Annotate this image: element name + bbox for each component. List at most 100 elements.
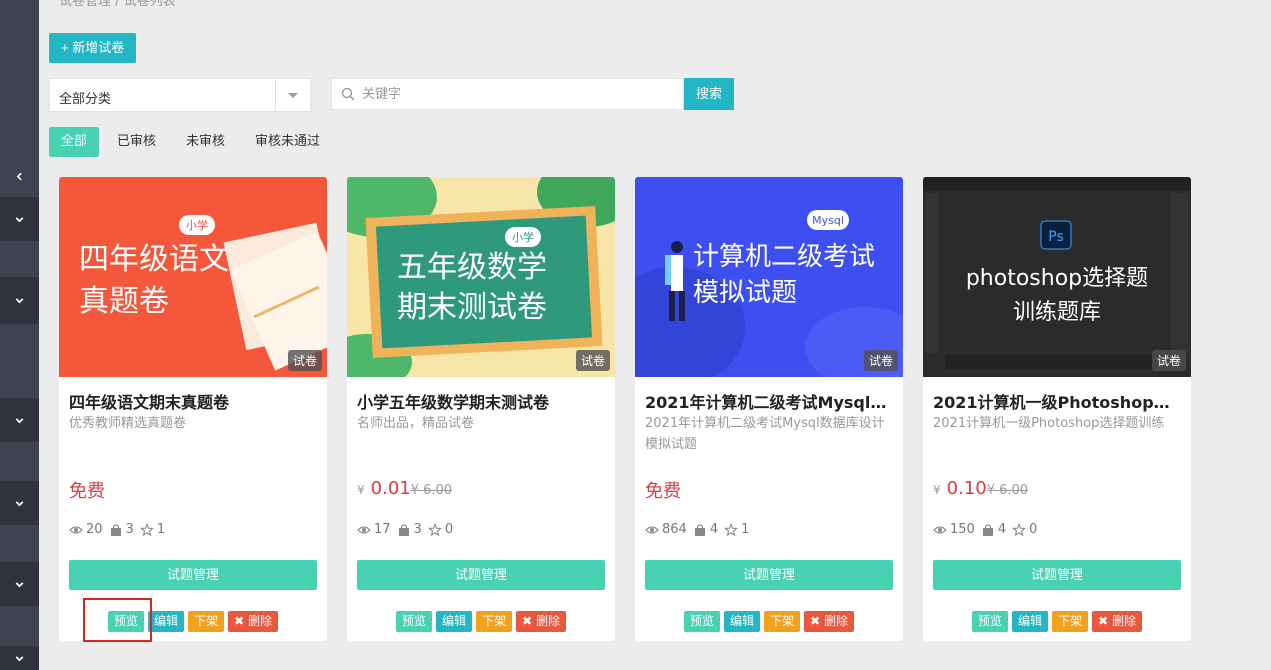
favorites-count: 1	[157, 522, 165, 537]
card-actions: 预览 编辑 下架 ✖ 删除	[635, 611, 903, 632]
cover-line-1: 四年级语文	[79, 242, 229, 277]
sales-count: 4	[710, 522, 718, 537]
card-actions: 预览 编辑 下架 ✖ 删除	[923, 611, 1191, 632]
card-stats: 150 4 0	[933, 522, 1043, 537]
type-badge: 试卷	[864, 350, 898, 371]
cover-line-2: 模拟试题	[693, 278, 797, 308]
star-icon	[1012, 523, 1026, 537]
status-tabs: 全部 已审核 未审核 审核未通过	[49, 127, 338, 157]
chevron-down-icon	[14, 653, 25, 664]
chevron-down-icon	[14, 415, 25, 426]
cover-line-2: 训练题库	[1013, 300, 1101, 325]
star-icon	[140, 523, 154, 537]
edit-button[interactable]: 编辑	[148, 611, 184, 632]
tab-pending[interactable]: 未审核	[174, 127, 237, 157]
offline-button[interactable]: 下架	[764, 611, 800, 632]
sidebar	[0, 0, 39, 666]
cover-tag: Ps	[1048, 229, 1064, 245]
manage-questions-button[interactable]: 试题管理	[645, 560, 893, 590]
eye-icon	[69, 523, 83, 537]
card-stats: 20 3 1	[69, 522, 171, 537]
type-badge: 试卷	[288, 350, 322, 371]
sidebar-menu-6[interactable]	[0, 646, 39, 670]
cover-image[interactable]: 小学 五年级数学 期末测试卷 试卷	[347, 177, 615, 377]
original-price: ¥ 6.00	[411, 483, 452, 498]
search-input[interactable]	[362, 79, 672, 109]
edit-button[interactable]: 编辑	[1012, 611, 1048, 632]
tab-all[interactable]: 全部	[49, 127, 99, 157]
price-free: 免费	[69, 477, 105, 503]
cover-image[interactable]: Ps photoshop选择题 训练题库 试卷	[923, 177, 1191, 377]
offline-button[interactable]: 下架	[188, 611, 224, 632]
sidebar-menu-1[interactable]	[0, 197, 39, 241]
manage-questions-button[interactable]: 试题管理	[69, 560, 317, 590]
preview-button[interactable]: 预览	[396, 611, 432, 632]
cover-line-2: 期末测试卷	[397, 290, 547, 325]
chevron-left-icon	[14, 171, 25, 182]
delete-button[interactable]: ✖ 删除	[804, 611, 854, 632]
preview-button[interactable]: 预览	[684, 611, 720, 632]
price-value: 0.01	[371, 478, 411, 499]
price-free: 免费	[645, 477, 681, 503]
cover-art: Ps photoshop选择题 训练题库	[923, 177, 1191, 377]
add-exam-button[interactable]: + 新增试卷	[49, 33, 136, 63]
cover-tag: 小学	[186, 218, 208, 232]
caret-down-icon[interactable]	[288, 93, 298, 98]
shopping-bag-icon	[397, 523, 411, 537]
sidebar-menu-4[interactable]	[0, 481, 39, 525]
cover-art: Mysql 计算机二级考试 模拟试题	[635, 177, 903, 377]
exam-card: 小学 四年级语文 真题卷 试卷 四年级语文期末真题卷 优秀教师精选真题卷 免费 …	[59, 177, 327, 641]
category-select[interactable]: 全部分类	[49, 78, 311, 112]
sidebar-menu-5[interactable]	[0, 562, 39, 606]
shopping-bag-icon	[109, 523, 123, 537]
cover-image[interactable]: Mysql 计算机二级考试 模拟试题 试卷	[635, 177, 903, 377]
card-title[interactable]: 2021年计算机二级考试Mysql数...	[645, 389, 895, 413]
favorites-count: 0	[1029, 522, 1037, 537]
price: ¥ 0.10 ¥ 6.00	[933, 478, 1028, 499]
chevron-down-icon	[14, 579, 25, 590]
sidebar-menu-3[interactable]	[0, 398, 39, 442]
search-button[interactable]: 搜索	[684, 78, 734, 110]
tab-rejected[interactable]: 审核未通过	[243, 127, 332, 157]
manage-questions-button[interactable]: 试题管理	[357, 560, 605, 590]
favorites-count: 1	[741, 522, 749, 537]
exam-card: 小学 五年级数学 期末测试卷 试卷 小学五年级数学期末测试卷 名师出品，精品试卷…	[347, 177, 615, 641]
shopping-bag-icon	[981, 523, 995, 537]
currency-symbol: ¥	[933, 483, 941, 497]
currency-symbol: ¥	[357, 483, 365, 497]
edit-button[interactable]: 编辑	[436, 611, 472, 632]
card-stats: 17 3 0	[357, 522, 459, 537]
exam-card: Mysql 计算机二级考试 模拟试题 试卷 2021年计算机二级考试Mysql数…	[635, 177, 903, 641]
type-badge: 试卷	[576, 350, 610, 371]
sales-count: 3	[126, 522, 134, 537]
delete-button[interactable]: ✖ 删除	[516, 611, 566, 632]
offline-button[interactable]: 下架	[476, 611, 512, 632]
shopping-bag-icon	[693, 523, 707, 537]
manage-questions-button[interactable]: 试题管理	[933, 560, 1181, 590]
preview-button[interactable]: 预览	[972, 611, 1008, 632]
card-title[interactable]: 2021计算机一级Photoshop选...	[933, 389, 1183, 413]
cover-image[interactable]: 小学 四年级语文 真题卷 试卷	[59, 177, 327, 377]
price: ¥ 0.01 ¥ 6.00	[357, 478, 452, 499]
offline-button[interactable]: 下架	[1052, 611, 1088, 632]
sales-count: 4	[998, 522, 1006, 537]
exam-card: Ps photoshop选择题 训练题库 试卷 2021计算机一级Photosh…	[923, 177, 1191, 641]
cover-art: 小学 五年级数学 期末测试卷	[347, 177, 615, 377]
eye-icon	[933, 523, 947, 537]
edit-button[interactable]: 编辑	[724, 611, 760, 632]
views-count: 864	[662, 522, 687, 537]
price-value: 0.10	[947, 478, 987, 499]
card-description: 优秀教师精选真题卷	[69, 413, 319, 434]
type-badge: 试卷	[1152, 350, 1186, 371]
sidebar-collapse-button[interactable]	[0, 155, 39, 197]
chevron-down-icon	[14, 214, 25, 225]
delete-button[interactable]: ✖ 删除	[1092, 611, 1142, 632]
sidebar-menu-2[interactable]	[0, 277, 39, 324]
card-title[interactable]: 四年级语文期末真题卷	[69, 389, 319, 413]
eye-icon	[357, 523, 371, 537]
delete-button[interactable]: ✖ 删除	[228, 611, 278, 632]
star-icon	[724, 523, 738, 537]
tab-approved[interactable]: 已审核	[105, 127, 168, 157]
card-title[interactable]: 小学五年级数学期末测试卷	[357, 389, 607, 413]
cover-line-2: 真题卷	[79, 284, 169, 319]
